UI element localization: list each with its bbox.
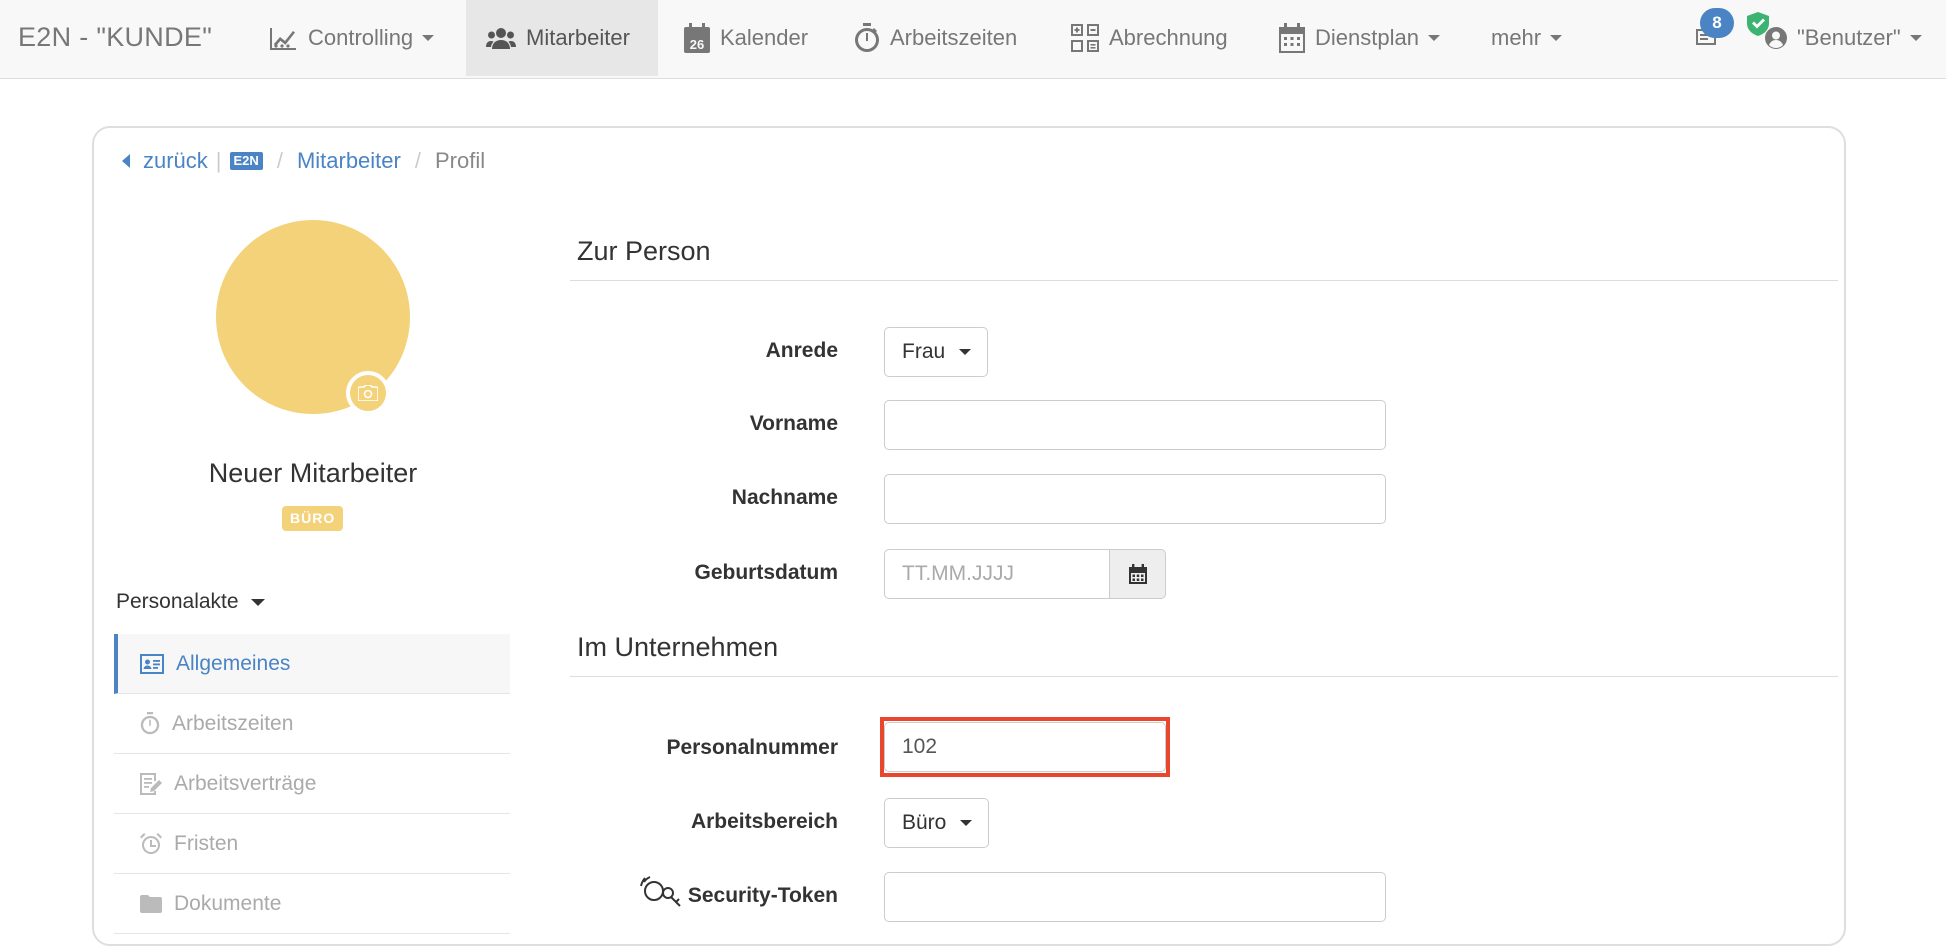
anrede-select[interactable]: Frau bbox=[884, 327, 989, 377]
nav-kalender[interactable]: 26 Kalender bbox=[684, 0, 808, 76]
nav-controlling-label: Controlling bbox=[308, 25, 414, 50]
sidebar-item-arbeitszeiten[interactable]: Arbeitszeiten bbox=[114, 694, 510, 754]
nachname-label: Nachname bbox=[731, 486, 838, 509]
key-token-icon bbox=[639, 876, 681, 908]
nav-kalender-label: Kalender bbox=[720, 25, 809, 50]
user-label: "Benutzer" bbox=[1797, 25, 1901, 50]
nav-controlling[interactable]: Controlling bbox=[270, 0, 435, 76]
svg-text:26: 26 bbox=[690, 37, 704, 52]
schedule-icon bbox=[1279, 23, 1305, 53]
nav-abrechnung-label: Abrechnung bbox=[1109, 25, 1228, 50]
breadcrumb-mitarbeiter[interactable]: Mitarbeiter bbox=[297, 148, 401, 174]
nav-arbeitszeiten-label: Arbeitszeiten bbox=[890, 25, 1018, 50]
personalakte-label: Personalakte bbox=[116, 590, 239, 613]
breadcrumb-current: Profil bbox=[434, 148, 486, 173]
sidebar-item-label: Allgemeines bbox=[176, 651, 291, 675]
sidebar-item-label: Arbeitszeiten bbox=[172, 711, 294, 735]
alarm-clock-icon bbox=[140, 832, 162, 854]
contract-icon bbox=[140, 772, 162, 795]
sidebar-item-arbeitsvertraege[interactable]: Arbeitsverträge bbox=[114, 754, 510, 814]
sidebar-item-fristen[interactable]: Fristen bbox=[114, 814, 510, 874]
chart-line-icon bbox=[270, 28, 296, 50]
section-title-person: Zur Person bbox=[577, 236, 711, 266]
security-token-label: Security-Token bbox=[560, 876, 838, 908]
chevron-down-icon bbox=[959, 349, 972, 355]
e2n-logo[interactable]: E2N bbox=[229, 152, 263, 170]
anrede-value: Frau bbox=[902, 340, 946, 363]
breadcrumb: zurück | E2N / Mitarbeiter / Profil bbox=[122, 146, 485, 176]
chevron-down-icon bbox=[250, 598, 265, 606]
anrede-label: Anrede bbox=[765, 339, 838, 362]
section-title-company: Im Unternehmen bbox=[577, 632, 779, 662]
camera-icon bbox=[358, 385, 378, 401]
arbeitsbereich-value: Büro bbox=[902, 811, 947, 834]
users-icon bbox=[486, 28, 516, 49]
id-card-icon bbox=[140, 653, 164, 674]
security-token-label-text: Security-Token bbox=[687, 884, 838, 907]
calculator-icon bbox=[1071, 24, 1099, 52]
nav-mitarbeiter[interactable]: Mitarbeiter bbox=[466, 0, 658, 76]
sidebar-item-label: Dokumente bbox=[174, 891, 282, 915]
nav-dienstplan-label: Dienstplan bbox=[1315, 25, 1419, 50]
personalnummer-label: Personalnummer bbox=[666, 736, 838, 759]
geburtsdatum-label: Geburtsdatum bbox=[694, 561, 838, 584]
nav-dienstplan[interactable]: Dienstplan bbox=[1279, 0, 1440, 76]
chevron-down-icon bbox=[422, 35, 435, 41]
nav-mehr[interactable]: mehr bbox=[1491, 0, 1563, 76]
brand-title[interactable]: E2N - "KUNDE" bbox=[18, 0, 212, 74]
nav-mitarbeiter-label: Mitarbeiter bbox=[526, 25, 630, 50]
camera-button[interactable] bbox=[346, 371, 390, 415]
stopwatch-icon bbox=[855, 23, 880, 52]
calendar-icon bbox=[1128, 564, 1147, 584]
nav-arbeitszeiten[interactable]: Arbeitszeiten bbox=[854, 0, 1017, 76]
caret-left-icon[interactable] bbox=[122, 154, 131, 168]
datepicker-button[interactable] bbox=[1109, 549, 1166, 599]
breadcrumb-divider: | bbox=[215, 148, 222, 173]
sidebar-item-allgemeines[interactable]: Allgemeines bbox=[114, 634, 510, 694]
vorname-input[interactable] bbox=[884, 400, 1386, 450]
department-badge: BÜRO bbox=[282, 506, 344, 531]
nav-mehr-label: mehr bbox=[1491, 25, 1542, 50]
chevron-down-icon bbox=[1909, 35, 1922, 41]
chevron-down-icon bbox=[1550, 35, 1563, 41]
calendar-icon: 26 bbox=[684, 23, 710, 53]
back-link[interactable]: zurück bbox=[143, 148, 208, 174]
personalnummer-input[interactable] bbox=[884, 722, 1166, 772]
user-menu[interactable]: "Benutzer" bbox=[1765, 0, 1922, 76]
nachname-input[interactable] bbox=[884, 474, 1386, 524]
chevron-down-icon bbox=[1427, 35, 1440, 41]
nav-abrechnung[interactable]: Abrechnung bbox=[1071, 0, 1228, 76]
arbeitsbereich-label: Arbeitsbereich bbox=[690, 810, 838, 833]
folder-icon bbox=[140, 894, 162, 913]
geburtsdatum-input[interactable] bbox=[884, 549, 1110, 599]
sidebar-item-label: Arbeitsverträge bbox=[174, 771, 317, 795]
sidebar-item-label: Fristen bbox=[174, 831, 239, 855]
breadcrumb-separator: / bbox=[414, 148, 421, 173]
section-divider bbox=[570, 280, 1838, 281]
arbeitsbereich-select[interactable]: Büro bbox=[884, 798, 990, 848]
employee-name: Neuer Mitarbeiter bbox=[208, 458, 418, 488]
stopwatch-icon bbox=[140, 712, 160, 735]
personalakte-nav: Allgemeines Arbeitszeiten Arbeitsverträg… bbox=[114, 634, 510, 934]
personalakte-dropdown[interactable]: Personalakte bbox=[116, 590, 265, 614]
notification-badge[interactable]: 8 bbox=[1700, 8, 1734, 38]
user-circle-icon bbox=[1765, 27, 1787, 49]
chevron-down-icon bbox=[960, 820, 973, 826]
top-navbar: E2N - "KUNDE" Controlling Mitarbeiter 26… bbox=[0, 0, 1946, 79]
breadcrumb-separator: / bbox=[276, 148, 283, 173]
vorname-label: Vorname bbox=[749, 412, 838, 435]
sidebar-item-dokumente[interactable]: Dokumente bbox=[114, 874, 510, 934]
security-token-input[interactable] bbox=[884, 872, 1386, 922]
section-divider bbox=[570, 676, 1838, 677]
